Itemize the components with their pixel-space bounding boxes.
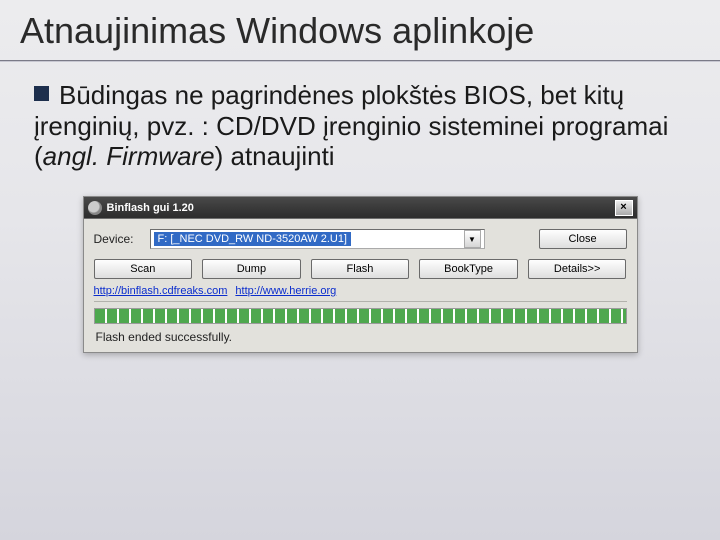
flash-button[interactable]: Flash [311,259,410,279]
device-dropdown[interactable]: F: [_NEC DVD_RW ND-3520AW 2.U1] ▼ [150,229,485,249]
app-icon [88,201,102,215]
close-icon[interactable]: × [615,200,633,216]
body-text-2: ) atnaujinti [215,141,335,171]
status-text: Flash ended successfully. [94,330,627,344]
divider [94,301,627,302]
scan-button[interactable]: Scan [94,259,193,279]
bullet-icon [34,86,49,101]
link-herrie[interactable]: http://www.herrie.org [235,285,336,297]
details-button[interactable]: Details>> [528,259,627,279]
device-label: Device: [94,232,142,246]
close-button[interactable]: Close [539,229,627,249]
device-value: F: [_NEC DVD_RW ND-3520AW 2.U1] [154,232,352,246]
body-text-italic: angl. Firmware [43,141,215,171]
slide-title: Atnaujinimas Windows aplinkoje [0,0,720,60]
booktype-button[interactable]: BookType [419,259,518,279]
dump-button[interactable]: Dump [202,259,301,279]
titlebar: Binflash gui 1.20 × [84,197,637,219]
progress-bar [94,308,627,324]
chevron-down-icon[interactable]: ▼ [464,230,481,248]
titlebar-title: Binflash gui 1.20 [107,202,194,214]
slide-body: Būdingas ne pagrindėnes plokštės BIOS, b… [0,62,720,172]
link-binflash[interactable]: http://binflash.cdfreaks.com [94,285,228,297]
app-window: Binflash gui 1.20 × Device: F: [_NEC DVD… [83,196,638,353]
progress-fill [95,309,626,323]
